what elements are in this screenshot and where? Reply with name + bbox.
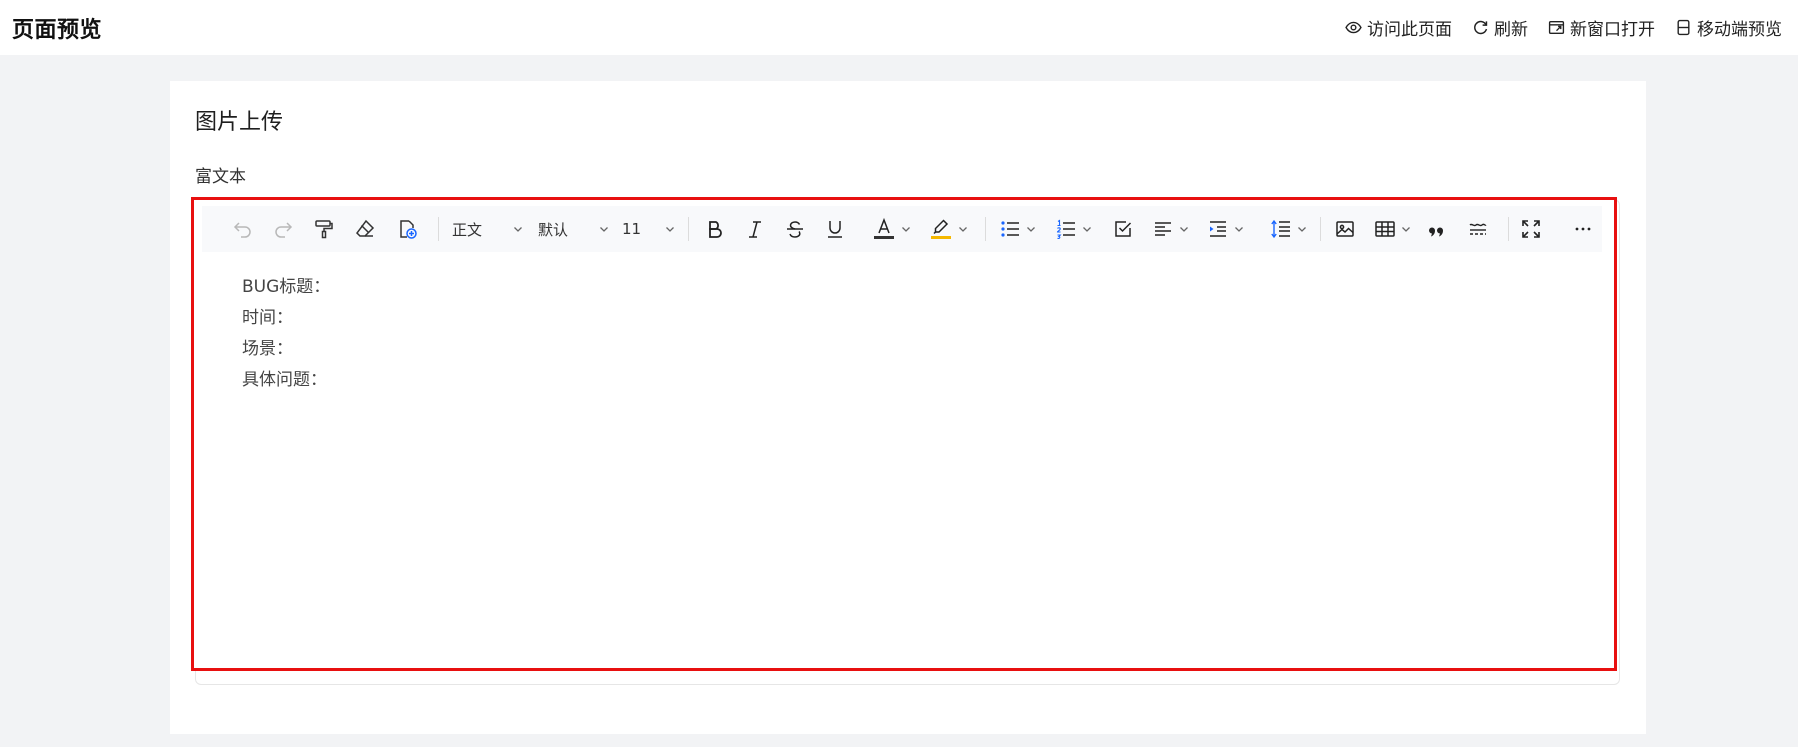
paragraph-style-value: 正文	[452, 220, 483, 239]
numbered-list-button[interactable]	[1055, 206, 1093, 252]
redo-button[interactable]	[272, 206, 294, 252]
undo-icon	[232, 218, 254, 240]
top-bar: 页面预览 访问此页面 刷新 新窗口打开 移动端预览	[0, 0, 1798, 55]
form-card: 图片上传 富文本 正文 默认 11 BUG标题： 时间： 场景： 具体问题：	[170, 81, 1646, 734]
eraser-icon	[354, 218, 376, 240]
toolbar-divider	[985, 217, 986, 241]
font-size-dropdown[interactable]: 11	[622, 206, 676, 252]
refresh-label: 刷新	[1494, 20, 1528, 40]
open-new-window-label: 新窗口打开	[1570, 20, 1655, 40]
chevron-down-icon	[1233, 223, 1245, 235]
chevron-down-icon	[664, 223, 676, 235]
font-color-button[interactable]	[872, 206, 912, 252]
clear-format-button[interactable]	[354, 206, 376, 252]
underline-button[interactable]	[824, 206, 846, 252]
editor-content[interactable]: BUG标题： 时间： 场景： 具体问题：	[242, 272, 330, 396]
bold-icon	[704, 218, 726, 240]
highlighter-icon	[929, 217, 953, 241]
mobile-preview-label: 移动端预览	[1697, 20, 1782, 40]
time-line: 时间：	[242, 308, 293, 328]
format-painter-button[interactable]	[313, 206, 335, 252]
insert-image-button[interactable]	[1334, 206, 1356, 252]
divider-line-button[interactable]	[1467, 206, 1489, 252]
visit-page-button[interactable]: 访问此页面	[1345, 15, 1452, 40]
refresh-icon	[1472, 19, 1489, 36]
toolbar-divider	[1320, 217, 1321, 241]
italic-button[interactable]	[744, 206, 766, 252]
italic-icon	[744, 218, 766, 240]
mobile-preview-button[interactable]: 移动端预览	[1675, 15, 1782, 40]
fullscreen-icon	[1520, 218, 1542, 240]
rich-text-editor[interactable]: 正文 默认 11 BUG标题： 时间： 场景： 具体问题：	[191, 197, 1617, 671]
font-family-dropdown[interactable]: 默认	[538, 206, 610, 252]
paint-roller-icon	[313, 218, 335, 240]
more-options-button[interactable]	[1572, 206, 1594, 252]
rich-text-label: 富文本	[195, 167, 246, 187]
blockquote-button[interactable]	[1428, 206, 1450, 252]
indent-icon	[1207, 218, 1229, 240]
open-new-window-button[interactable]: 新窗口打开	[1548, 15, 1655, 40]
chevron-down-icon	[598, 223, 610, 235]
font-size-value: 11	[622, 220, 642, 238]
more-icon	[1572, 218, 1594, 240]
quote-icon	[1428, 218, 1450, 240]
numbered-list-icon	[1055, 218, 1077, 240]
editor-toolbar: 正文 默认 11	[202, 206, 1602, 252]
page-title: 页面预览	[12, 17, 103, 43]
chevron-down-icon	[957, 223, 969, 235]
bullet-list-button[interactable]	[999, 206, 1037, 252]
bold-button[interactable]	[704, 206, 726, 252]
toolbar-divider	[688, 217, 689, 241]
toolbar-divider	[438, 217, 439, 241]
mobile-icon	[1675, 19, 1692, 36]
checkbox-icon	[1112, 218, 1134, 240]
underline-icon	[824, 218, 846, 240]
insert-table-button[interactable]	[1374, 206, 1412, 252]
align-button[interactable]	[1152, 206, 1190, 252]
chevron-down-icon	[1025, 223, 1037, 235]
strikethrough-button[interactable]	[784, 206, 806, 252]
horizontal-rule-icon	[1467, 218, 1489, 240]
header-actions: 访问此页面 刷新 新窗口打开 移动端预览	[1345, 15, 1782, 40]
add-document-icon	[396, 218, 418, 240]
paragraph-style-dropdown[interactable]: 正文	[452, 206, 524, 252]
table-icon	[1374, 218, 1396, 240]
font-color-icon	[872, 217, 896, 241]
highlight-color-button[interactable]	[929, 206, 969, 252]
issue-line: 具体问题：	[242, 370, 327, 390]
checklist-button[interactable]	[1112, 206, 1134, 252]
font-family-value: 默认	[538, 220, 569, 239]
bullet-list-icon	[999, 218, 1021, 240]
strikethrough-icon	[784, 218, 806, 240]
chevron-down-icon	[512, 223, 524, 235]
chevron-down-icon	[1400, 223, 1412, 235]
redo-icon	[272, 218, 294, 240]
line-height-button[interactable]	[1270, 206, 1308, 252]
line-height-icon	[1270, 218, 1292, 240]
undo-button[interactable]	[232, 206, 254, 252]
visit-page-label: 访问此页面	[1367, 20, 1452, 40]
chevron-down-icon	[1296, 223, 1308, 235]
chevron-down-icon	[900, 223, 912, 235]
new-window-icon	[1548, 19, 1565, 36]
align-left-icon	[1152, 218, 1174, 240]
refresh-button[interactable]: 刷新	[1472, 15, 1528, 40]
image-icon	[1334, 218, 1356, 240]
chevron-down-icon	[1178, 223, 1190, 235]
scene-line: 场景：	[242, 339, 293, 359]
toolbar-divider	[1508, 217, 1509, 241]
insert-template-button[interactable]	[396, 206, 418, 252]
fullscreen-button[interactable]	[1520, 206, 1542, 252]
card-title: 图片上传	[195, 110, 284, 135]
indent-button[interactable]	[1207, 206, 1245, 252]
chevron-down-icon	[1081, 223, 1093, 235]
bug-title-line: BUG标题：	[242, 277, 331, 297]
eye-icon	[1345, 19, 1362, 36]
